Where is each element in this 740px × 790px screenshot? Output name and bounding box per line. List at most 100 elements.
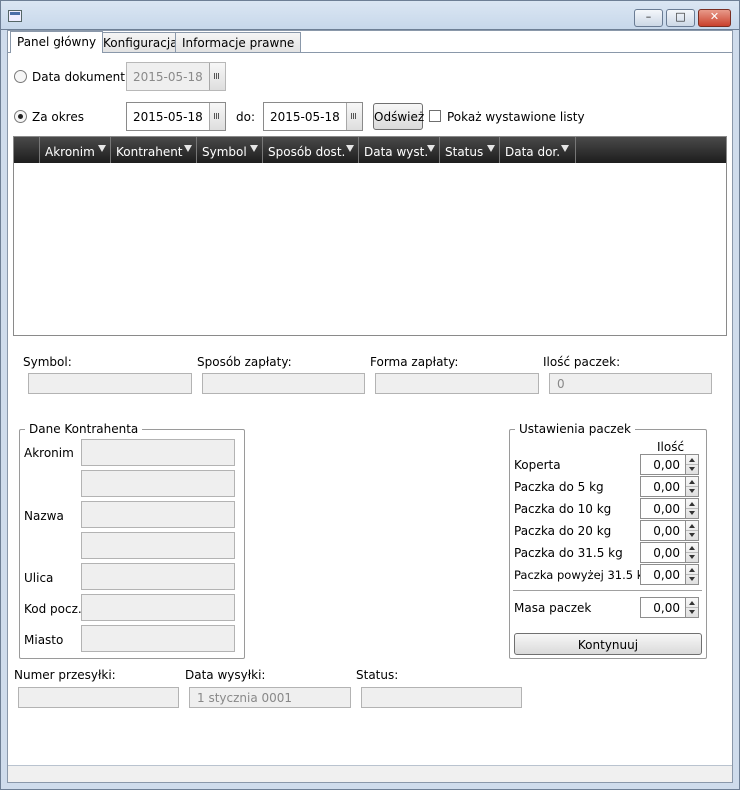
koperta-quantity-input[interactable]: 0,00 bbox=[640, 454, 686, 475]
documents-grid[interactable]: Akronim Kontrahent Symbol Sposób dost. D… bbox=[13, 136, 727, 336]
koperta-label: Koperta bbox=[514, 458, 561, 472]
close-button[interactable]: ✕ bbox=[698, 9, 731, 27]
paczka-10kg-quantity-input[interactable]: 0,00 bbox=[640, 498, 686, 519]
package-count-field[interactable]: 0 bbox=[549, 373, 712, 394]
status-bar bbox=[8, 765, 732, 782]
tab-panel-glowny[interactable]: Panel główny bbox=[10, 31, 104, 53]
ulica-field[interactable] bbox=[81, 563, 235, 590]
column-header-symbol[interactable]: Symbol bbox=[197, 137, 263, 163]
app-icon bbox=[8, 10, 22, 22]
paczka-5kg-label: Paczka do 5 kg bbox=[514, 480, 604, 494]
shipment-number-field[interactable] bbox=[18, 687, 179, 708]
mass-label: Masa paczek bbox=[514, 601, 592, 615]
quantity-header: Ilość bbox=[657, 440, 685, 454]
maximize-button[interactable]: □ bbox=[666, 9, 695, 27]
shipment-date-label: Data wysyłki: bbox=[185, 668, 266, 682]
refresh-button[interactable]: Odśwież bbox=[373, 103, 424, 130]
column-header-akronim[interactable]: Akronim bbox=[40, 137, 111, 163]
mass-input[interactable]: 0,00 bbox=[640, 597, 686, 618]
paczka-5kg-spinner[interactable] bbox=[686, 476, 699, 497]
filter-icon[interactable] bbox=[250, 145, 258, 152]
tab-informacje-prawne[interactable]: Informacje prawne bbox=[175, 32, 302, 53]
nazwa-label: Nazwa bbox=[24, 509, 64, 523]
calendar-icon[interactable] bbox=[209, 63, 225, 90]
shipment-status-field[interactable] bbox=[361, 687, 522, 708]
kod-pocztowy-field[interactable] bbox=[81, 594, 235, 621]
data-dokumentu-radio[interactable] bbox=[14, 70, 27, 83]
column-label: Akronim bbox=[45, 145, 95, 159]
continue-button[interactable]: Kontynuuj bbox=[514, 633, 702, 655]
koperta-spinner[interactable] bbox=[686, 454, 699, 475]
paczka-31-5kg-quantity-input[interactable]: 0,00 bbox=[640, 542, 686, 563]
column-label: Kontrahent bbox=[116, 145, 183, 159]
date-to-picker[interactable]: 2015-05-18 bbox=[263, 102, 363, 131]
column-label: Data wyst. bbox=[364, 145, 429, 159]
column-label: Symbol bbox=[202, 145, 247, 159]
filter-icon[interactable] bbox=[487, 145, 495, 152]
nazwa-field[interactable] bbox=[81, 501, 235, 528]
divider bbox=[513, 590, 702, 591]
akronim-label: Akronim bbox=[24, 446, 74, 460]
miasto-field[interactable] bbox=[81, 625, 235, 652]
paczka-powyzej-31-5kg-label: Paczka powyżej 31.5 kg bbox=[514, 568, 651, 582]
column-header-status[interactable]: Status bbox=[440, 137, 500, 163]
za-okres-label: Za okres bbox=[32, 110, 84, 124]
calendar-icon[interactable] bbox=[209, 103, 225, 130]
paczka-20kg-label: Paczka do 20 kg bbox=[514, 524, 612, 538]
paczka-powyzej-31-5kg-spinner[interactable] bbox=[686, 564, 699, 585]
symbol-label: Symbol: bbox=[23, 355, 72, 369]
tab-konfiguracja[interactable]: Konfiguracja bbox=[96, 32, 185, 53]
symbol-field[interactable] bbox=[28, 373, 192, 394]
shipment-number-label: Numer przesyłki: bbox=[14, 668, 116, 682]
paczka-20kg-spinner[interactable] bbox=[686, 520, 699, 541]
payment-form-label: Forma zapłaty: bbox=[370, 355, 459, 369]
mass-spinner[interactable] bbox=[686, 597, 699, 618]
paczka-powyzej-31-5kg-quantity-input[interactable]: 0,00 bbox=[640, 564, 686, 585]
filter-icon[interactable] bbox=[184, 145, 192, 152]
payment-method-label: Sposób zapłaty: bbox=[197, 355, 292, 369]
ulica-label: Ulica bbox=[24, 571, 54, 585]
shipment-date-field[interactable]: 1 stycznia 0001 bbox=[189, 687, 351, 708]
date-to-label: do: bbox=[236, 110, 256, 124]
column-label: Status bbox=[445, 145, 484, 159]
filter-icon[interactable] bbox=[561, 145, 569, 152]
payment-form-field[interactable] bbox=[375, 373, 539, 394]
title-bar bbox=[0, 0, 740, 30]
package-settings-legend: Ustawienia paczek bbox=[515, 422, 635, 436]
column-header-data-dor[interactable]: Data dor. bbox=[500, 137, 576, 163]
filter-icon[interactable] bbox=[427, 145, 435, 152]
paczka-5kg-quantity-input[interactable]: 0,00 bbox=[640, 476, 686, 497]
show-issued-checkbox[interactable] bbox=[429, 110, 441, 122]
column-label: Data dor. bbox=[505, 145, 561, 159]
miasto-label: Miasto bbox=[24, 633, 64, 647]
column-header-kontrahent[interactable]: Kontrahent bbox=[111, 137, 197, 163]
row-header-cell bbox=[14, 137, 40, 163]
date-from-value: 2015-05-18 bbox=[133, 110, 203, 124]
akronim-field-2[interactable] bbox=[81, 470, 235, 497]
data-dokumentu-picker[interactable]: 2015-05-18 bbox=[126, 62, 226, 91]
data-dokumentu-label: Data dokumentu bbox=[32, 70, 133, 84]
paczka-20kg-quantity-input[interactable]: 0,00 bbox=[640, 520, 686, 541]
grid-header: Akronim Kontrahent Symbol Sposób dost. D… bbox=[14, 137, 726, 163]
nazwa-field-2[interactable] bbox=[81, 532, 235, 559]
data-dokumentu-value: 2015-05-18 bbox=[133, 70, 203, 84]
package-count-label: Ilość paczek: bbox=[543, 355, 621, 369]
filter-icon[interactable] bbox=[98, 145, 106, 152]
paczka-10kg-label: Paczka do 10 kg bbox=[514, 502, 612, 516]
paczka-10kg-spinner[interactable] bbox=[686, 498, 699, 519]
kod-pocztowy-label: Kod pocz. bbox=[24, 602, 82, 616]
column-header-sposob-dost[interactable]: Sposób dost. bbox=[263, 137, 359, 163]
za-okres-radio[interactable] bbox=[14, 110, 27, 123]
shipment-status-label: Status: bbox=[356, 668, 399, 682]
paczka-31-5kg-spinner[interactable] bbox=[686, 542, 699, 563]
payment-method-field[interactable] bbox=[202, 373, 365, 394]
contractor-legend: Dane Kontrahenta bbox=[25, 422, 143, 436]
column-header-data-wyst[interactable]: Data wyst. bbox=[359, 137, 440, 163]
filter-icon[interactable] bbox=[346, 145, 354, 152]
date-from-picker[interactable]: 2015-05-18 bbox=[126, 102, 226, 131]
show-issued-label: Pokaż wystawione listy bbox=[447, 110, 585, 124]
calendar-icon[interactable] bbox=[346, 103, 362, 130]
date-to-value: 2015-05-18 bbox=[270, 110, 340, 124]
akronim-field[interactable] bbox=[81, 439, 235, 466]
minimize-button[interactable]: – bbox=[634, 9, 663, 27]
